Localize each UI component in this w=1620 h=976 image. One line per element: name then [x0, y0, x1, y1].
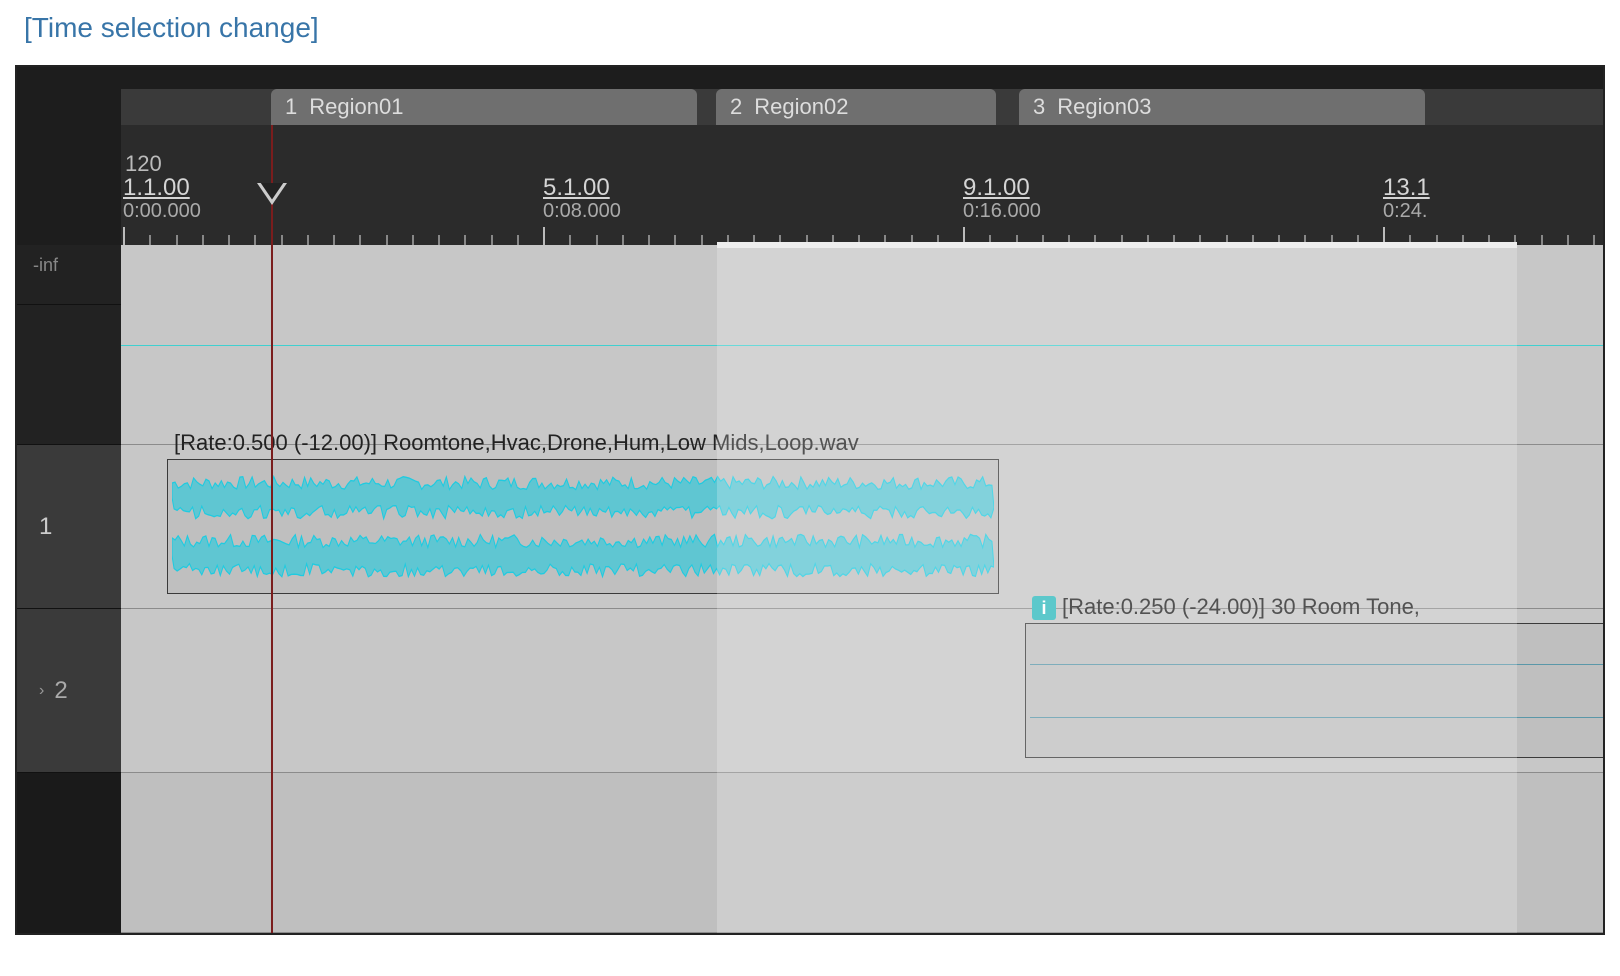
region-number: 3	[1033, 94, 1045, 120]
region-name: Region03	[1057, 94, 1151, 120]
region-name: Region02	[754, 94, 848, 120]
region-number: 1	[285, 94, 297, 120]
region-name: Region01	[309, 94, 403, 120]
ruler-time: 0:24.	[1383, 200, 1523, 223]
track-icon-area	[17, 305, 121, 445]
track-lane-2[interactable]: i[Rate:0.250 (-24.00)] 30 Room Tone,	[121, 609, 1603, 773]
track-lane-1[interactable]: [Rate:0.500 (-12.00)] Roomtone,Hvac,Dron…	[121, 445, 1603, 609]
ruler-beat: 5.1.00	[543, 174, 683, 202]
arrange-area[interactable]: [Rate:0.500 (-12.00)] Roomtone,Hvac,Dron…	[121, 245, 1603, 933]
track-number: 2	[54, 677, 67, 705]
ruler-time: 0:00.000	[123, 200, 263, 223]
media-item[interactable]: [Rate:0.500 (-12.00)] Roomtone,Hvac,Dron…	[167, 459, 999, 594]
waveform	[172, 529, 994, 582]
time-selection-bar[interactable]	[717, 242, 1517, 248]
track-gain-readout: -inf	[17, 245, 121, 305]
media-item-label: i[Rate:0.250 (-24.00)] 30 Room Tone,	[1032, 594, 1420, 620]
media-item[interactable]: i[Rate:0.250 (-24.00)] 30 Room Tone,	[1025, 623, 1605, 758]
ruler-beat: 13.1	[1383, 174, 1523, 202]
page-title: [Time selection change]	[0, 0, 1620, 50]
ruler-time: 0:08.000	[543, 200, 683, 223]
ruler-beat: 9.1.00	[963, 174, 1103, 202]
ruler-beat: 1.1.00	[123, 174, 263, 202]
region-number: 2	[730, 94, 742, 120]
track-panel: -inf 1 › 2	[17, 245, 121, 933]
daw-window: 1 Region01 2 Region02 3 Region03 120 1.1…	[15, 65, 1605, 935]
empty-lane	[121, 773, 1603, 933]
timeline-ruler[interactable]: 120 1.1.00 0:00.000 5.1.00 0:08.000 9.1.…	[121, 125, 1603, 245]
region-marker[interactable]: 2 Region02	[716, 89, 996, 125]
region-marker[interactable]: 1 Region01	[271, 89, 697, 125]
waveform	[172, 471, 994, 524]
region-marker[interactable]: 3 Region03	[1019, 89, 1425, 125]
playhead[interactable]	[271, 125, 273, 933]
media-item-label: [Rate:0.500 (-12.00)] Roomtone,Hvac,Dron…	[174, 430, 859, 456]
track-header-2[interactable]: › 2	[17, 609, 121, 773]
track-header-1[interactable]: 1	[17, 445, 121, 609]
track-number: 1	[39, 513, 52, 541]
region-row: 1 Region01 2 Region02 3 Region03	[121, 89, 1603, 125]
chevron-right-icon: ›	[39, 682, 44, 700]
ruler-time: 0:16.000	[963, 200, 1103, 223]
info-icon: i	[1032, 596, 1056, 620]
master-lane	[121, 245, 1603, 445]
